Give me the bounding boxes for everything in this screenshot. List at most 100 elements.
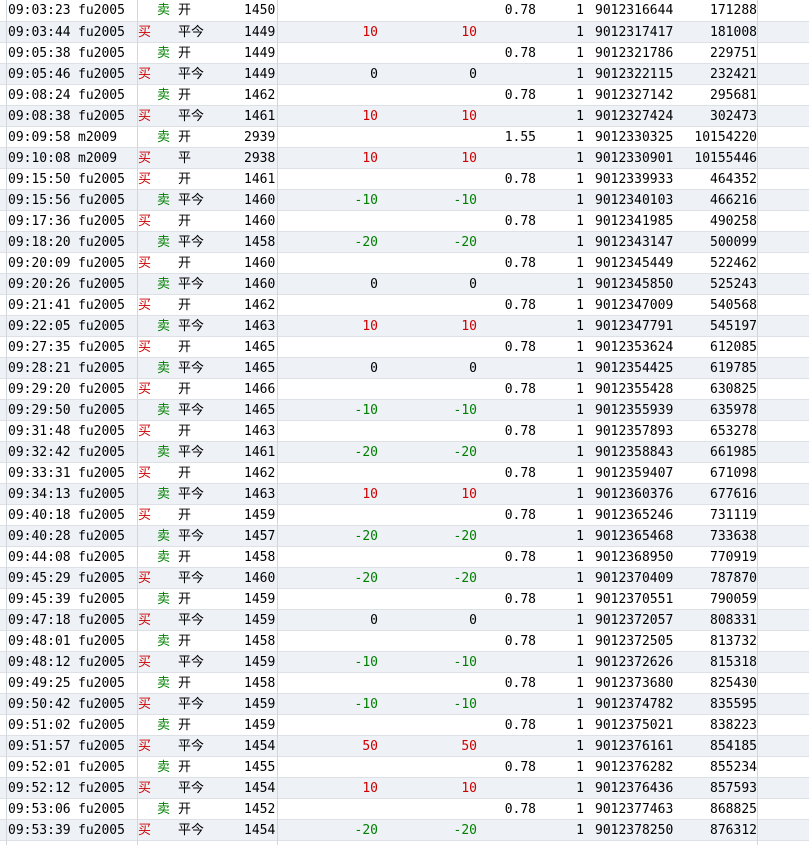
fee-cell bbox=[480, 526, 536, 546]
order-id-cell: 9012345850 bbox=[595, 277, 674, 292]
table-row[interactable]: 09:09:58 m2009 卖开 2939 1.55 1 9012330325 101542… bbox=[0, 127, 809, 148]
open-close-cell: 开 bbox=[178, 466, 192, 481]
side-cell: 卖 bbox=[156, 319, 170, 334]
table-row[interactable]: 09:48:12 fu2005 买 平今 1459 -10 -10 1 9012372626 81… bbox=[0, 652, 809, 673]
open-close-cell: 平今 bbox=[178, 25, 205, 40]
table-row[interactable]: 09:40:18 fu2005 买 开 1459 0.78 1 9012365246 73111… bbox=[0, 505, 809, 526]
order-id-cell: 9012327142 bbox=[595, 88, 674, 103]
table-row[interactable]: 09:45:29 fu2005 买 平今 1460 -20 -20 1 9012370409 78… bbox=[0, 568, 809, 589]
quantity-cell: 1 bbox=[576, 739, 584, 754]
quantity-cell: 1 bbox=[576, 193, 584, 208]
trade-time-cell: 09:32:42 bbox=[8, 445, 71, 460]
pnl-cell bbox=[280, 505, 378, 525]
open-close-cell: 平今 bbox=[178, 781, 205, 796]
order-id-cell: 9012378250 bbox=[595, 823, 674, 838]
open-close-cell: 平今 bbox=[178, 109, 205, 124]
table-row[interactable]: 09:32:42 fu2005 卖平今 1461 -20 -20 1 9012358843 66… bbox=[0, 442, 809, 463]
table-row[interactable]: 09:47:18 fu2005 买 平今 1459 0 0 1 9012372057 808331 bbox=[0, 610, 809, 631]
table-row[interactable]: 09:52:12 fu2005 买 平今 1454 10 10 1 9012376436 8575… bbox=[0, 778, 809, 799]
table-row[interactable]: 09:53:06 fu2005 卖开 1452 0.78 1 9012377463 86882… bbox=[0, 799, 809, 820]
symbol-cell: fu2005 bbox=[78, 529, 125, 544]
trade-id-cell: 302473 bbox=[710, 109, 757, 124]
pnl-cell-2: -10 bbox=[453, 697, 477, 712]
table-row[interactable]: 09:20:26 fu2005 卖平今 1460 0 0 1 9012345850 525243 bbox=[0, 274, 809, 295]
table-row[interactable]: 09:08:24 fu2005 卖开 1462 0.78 1 9012327142 29568… bbox=[0, 85, 809, 106]
table-row[interactable]: 09:03:44 fu2005 买 平今 1449 10 10 1 9012317417 1810… bbox=[0, 22, 809, 43]
order-id-cell: 9012372505 bbox=[595, 634, 674, 649]
table-row[interactable]: 09:33:31 fu2005 买 开 1462 0.78 1 9012359407 67109… bbox=[0, 463, 809, 484]
order-id-cell: 9012360376 bbox=[595, 487, 674, 502]
quantity-cell: 1 bbox=[576, 235, 584, 250]
table-row[interactable]: 09:49:25 fu2005 卖开 1458 0.78 1 9012373680 82543… bbox=[0, 673, 809, 694]
table-row[interactable]: 09:53:39 fu2005 买 平今 1454 -20 -20 1 9012378250 87… bbox=[0, 820, 809, 841]
quantity-cell: 1 bbox=[576, 697, 584, 712]
fee-cell: 0.78 bbox=[504, 298, 536, 313]
table-row[interactable]: 09:40:28 fu2005 卖平今 1457 -20 -20 1 9012365468 73… bbox=[0, 526, 809, 547]
pnl-cell-2 bbox=[380, 715, 477, 735]
open-close-cell: 开 bbox=[178, 3, 192, 18]
table-row[interactable]: 09:08:38 fu2005 买 平今 1461 10 10 1 9012327424 3024… bbox=[0, 106, 809, 127]
fee-cell bbox=[480, 484, 536, 504]
table-row[interactable]: 09:51:57 fu2005 买 平今 1454 50 50 1 9012376161 8541… bbox=[0, 736, 809, 757]
pnl-cell bbox=[280, 757, 378, 777]
table-row[interactable]: 09:15:56 fu2005 卖平今 1460 -10 -10 1 9012340103 46… bbox=[0, 190, 809, 211]
quantity-cell: 1 bbox=[576, 3, 584, 18]
symbol-cell: fu2005 bbox=[78, 655, 125, 670]
side-cell: 买 bbox=[138, 214, 152, 229]
table-row[interactable]: 09:27:35 fu2005 买 开 1465 0.78 1 9012353624 61208… bbox=[0, 337, 809, 358]
table-row[interactable]: 09:31:48 fu2005 买 开 1463 0.78 1 9012357893 65327… bbox=[0, 421, 809, 442]
table-row[interactable]: 09:34:13 fu2005 卖平今 1463 10 10 1 9012360376 6776… bbox=[0, 484, 809, 505]
symbol-cell: fu2005 bbox=[78, 340, 125, 355]
open-close-cell: 开 bbox=[178, 634, 192, 649]
table-row[interactable]: 09:29:20 fu2005 买 开 1466 0.78 1 9012355428 63082… bbox=[0, 379, 809, 400]
pnl-cell bbox=[280, 421, 378, 441]
table-row[interactable]: 09:50:42 fu2005 买 平今 1459 -10 -10 1 9012374782 83… bbox=[0, 694, 809, 715]
table-row[interactable]: 09:05:38 fu2005 卖开 1449 0.78 1 9012321786 22975… bbox=[0, 43, 809, 64]
pnl-cell: -20 bbox=[354, 571, 378, 586]
open-close-cell: 平 bbox=[178, 151, 192, 166]
symbol-cell: fu2005 bbox=[78, 466, 125, 481]
table-row[interactable]: 09:10:08 m2009 买 平 2938 10 10 1 9012330901 101554… bbox=[0, 148, 809, 169]
price-cell: 1454 bbox=[244, 823, 276, 838]
trade-time-cell: 09:05:38 bbox=[8, 46, 71, 61]
table-row[interactable]: 09:29:50 fu2005 卖平今 1465 -10 -10 1 9012355939 63… bbox=[0, 400, 809, 421]
open-close-cell: 开 bbox=[178, 718, 192, 733]
open-close-cell: 开 bbox=[178, 46, 192, 61]
order-id-cell: 9012370551 bbox=[595, 592, 674, 607]
trade-id-cell: 813732 bbox=[710, 634, 757, 649]
quantity-cell: 1 bbox=[576, 130, 584, 145]
table-row[interactable]: 09:18:20 fu2005 卖平今 1458 -20 -20 1 9012343147 50… bbox=[0, 232, 809, 253]
price-cell: 1457 bbox=[244, 529, 276, 544]
symbol-cell: fu2005 bbox=[78, 193, 125, 208]
order-id-cell: 9012372057 bbox=[595, 613, 674, 628]
trade-time-cell: 09:40:28 bbox=[8, 529, 71, 544]
quantity-cell: 1 bbox=[576, 781, 584, 796]
table-row[interactable]: 09:52:01 fu2005 卖开 1455 0.78 1 9012376282 85523… bbox=[0, 757, 809, 778]
symbol-cell: fu2005 bbox=[78, 403, 125, 418]
pnl-cell-2: -20 bbox=[453, 235, 477, 250]
table-row[interactable]: 09:21:41 fu2005 买 开 1462 0.78 1 9012347009 54056… bbox=[0, 295, 809, 316]
price-cell: 1460 bbox=[244, 193, 276, 208]
fee-cell: 0.78 bbox=[504, 424, 536, 439]
table-row[interactable]: 09:44:08 fu2005 卖开 1458 0.78 1 9012368950 77091… bbox=[0, 547, 809, 568]
table-row[interactable]: 09:20:09 fu2005 买 开 1460 0.78 1 9012345449 52246… bbox=[0, 253, 809, 274]
table-row[interactable]: 09:15:50 fu2005 买 开 1461 0.78 1 9012339933 46435… bbox=[0, 169, 809, 190]
table-row[interactable]: 09:28:21 fu2005 卖平今 1465 0 0 1 9012354425 619785 bbox=[0, 358, 809, 379]
pnl-cell-2: 10 bbox=[461, 109, 477, 124]
table-row[interactable]: 09:48:01 fu2005 卖开 1458 0.78 1 9012372505 81373… bbox=[0, 631, 809, 652]
table-row[interactable]: 09:03:23 fu2005 卖开 1450 0.78 1 9012316644 17128… bbox=[0, 0, 809, 22]
order-id-cell: 9012330325 bbox=[595, 130, 674, 145]
table-row[interactable]: 09:22:05 fu2005 卖平今 1463 10 10 1 9012347791 5451… bbox=[0, 316, 809, 337]
side-cell: 买 bbox=[138, 508, 152, 523]
table-row[interactable]: 09:45:39 fu2005 卖开 1459 0.78 1 9012370551 79005… bbox=[0, 589, 809, 610]
table-row[interactable]: 09:51:02 fu2005 卖开 1459 0.78 1 9012375021 83822… bbox=[0, 715, 809, 736]
table-row[interactable]: 09:05:46 fu2005 买 平今 1449 0 0 1 9012322115 232421 bbox=[0, 64, 809, 85]
pnl-cell-2: -20 bbox=[453, 445, 477, 460]
quantity-cell: 1 bbox=[576, 319, 584, 334]
trade-time-cell: 09:51:57 bbox=[8, 739, 71, 754]
fee-cell: 0.78 bbox=[504, 592, 536, 607]
order-id-cell: 9012322115 bbox=[595, 67, 674, 82]
trade-time-cell: 09:10:08 bbox=[8, 151, 71, 166]
open-close-cell: 平今 bbox=[178, 235, 205, 250]
table-row[interactable]: 09:17:36 fu2005 买 开 1460 0.78 1 9012341985 49025… bbox=[0, 211, 809, 232]
